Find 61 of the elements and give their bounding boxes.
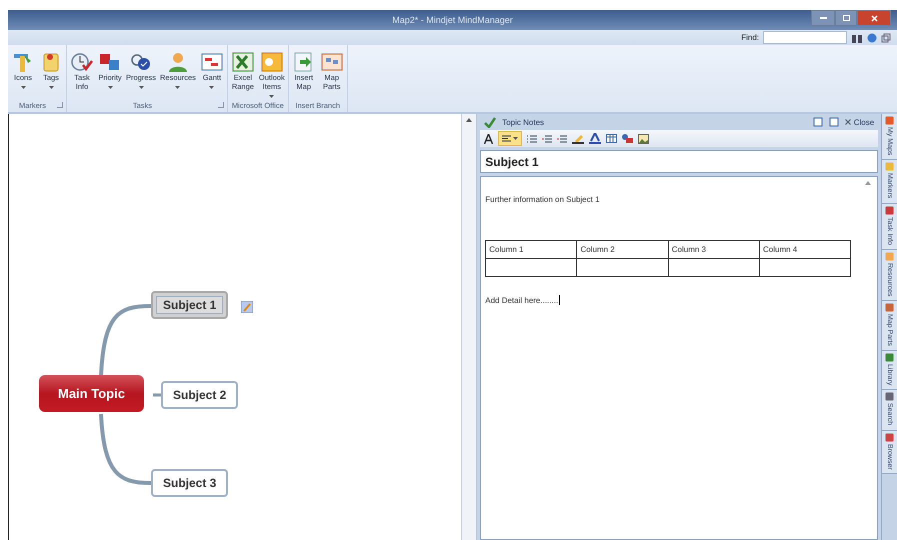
connector-line xyxy=(153,394,161,396)
note-paragraph: Add Detail here........ xyxy=(485,296,558,304)
table-cell: Column 4 xyxy=(759,240,851,258)
table-cell: Column 2 xyxy=(576,240,668,258)
close-button[interactable] xyxy=(857,10,891,26)
text-cursor xyxy=(559,295,560,305)
restore-icon[interactable] xyxy=(881,32,891,42)
close-icon xyxy=(870,14,878,22)
panel-title: Topic Notes xyxy=(502,118,546,126)
font-icon[interactable] xyxy=(484,134,494,144)
main-topic-node[interactable]: Main Topic xyxy=(39,375,144,412)
maximize-button[interactable] xyxy=(835,10,857,26)
map-parts-icon xyxy=(320,51,344,73)
caret-icon xyxy=(175,86,180,89)
highlighter-icon[interactable] xyxy=(572,134,584,144)
check-icon[interactable] xyxy=(484,116,496,128)
table-icon[interactable] xyxy=(606,134,618,143)
subject-field[interactable]: Subject 1 xyxy=(480,150,878,173)
tab-icon xyxy=(885,392,894,402)
gantt-chart-icon xyxy=(200,51,224,73)
spreadsheet-icon xyxy=(230,51,255,73)
tab-icon xyxy=(885,116,894,125)
align-button[interactable] xyxy=(498,131,522,146)
minimize-icon xyxy=(820,17,826,19)
tab-icon xyxy=(885,206,894,215)
maximize-icon xyxy=(842,15,850,21)
tab-icon xyxy=(885,353,894,362)
caret-icon xyxy=(138,86,144,89)
caret-icon xyxy=(209,86,214,89)
find-field[interactable] xyxy=(763,31,847,44)
scroll-up-icon[interactable] xyxy=(865,181,872,185)
close-button[interactable]: Close xyxy=(844,118,874,126)
note-paragraph: Further information on Subject 1 xyxy=(485,195,601,204)
find-label: Find: xyxy=(741,33,759,42)
clock-check-icon xyxy=(70,51,94,73)
minimize-button[interactable] xyxy=(811,10,835,26)
bullet-list-icon[interactable] xyxy=(527,134,538,142)
topic-node[interactable]: Subject 2 xyxy=(161,381,238,409)
caret-icon xyxy=(513,137,518,140)
outdent-icon[interactable] xyxy=(557,134,568,142)
tab-icon xyxy=(885,162,894,172)
caret-icon xyxy=(48,86,54,89)
scroll-up-icon[interactable] xyxy=(466,118,472,122)
font-color-icon[interactable] xyxy=(589,133,602,144)
close-icon xyxy=(844,119,851,125)
caret-icon xyxy=(269,95,274,98)
tab-icon xyxy=(885,432,894,442)
topic-node[interactable]: Subject 3 xyxy=(151,469,228,497)
topic-node[interactable]: Subject 1 xyxy=(151,291,228,319)
picture-icon[interactable] xyxy=(638,134,650,144)
tab-icon xyxy=(885,252,894,261)
align-left-icon xyxy=(502,135,512,142)
notes-editor[interactable]: Further information on Subject 1 Column 1 Column 2 Column 3 Column 4 Add Detail here........ xyxy=(480,176,878,540)
caret-icon xyxy=(20,86,26,89)
table-cell: Column 3 xyxy=(668,240,760,258)
connector-line xyxy=(99,414,152,485)
caret-icon xyxy=(108,86,112,89)
table-cell: Column 1 xyxy=(486,240,577,258)
tab-icon xyxy=(885,303,894,312)
indent-icon[interactable] xyxy=(542,134,552,142)
window-title: Map2* - Mindjet MindManager xyxy=(392,15,513,25)
